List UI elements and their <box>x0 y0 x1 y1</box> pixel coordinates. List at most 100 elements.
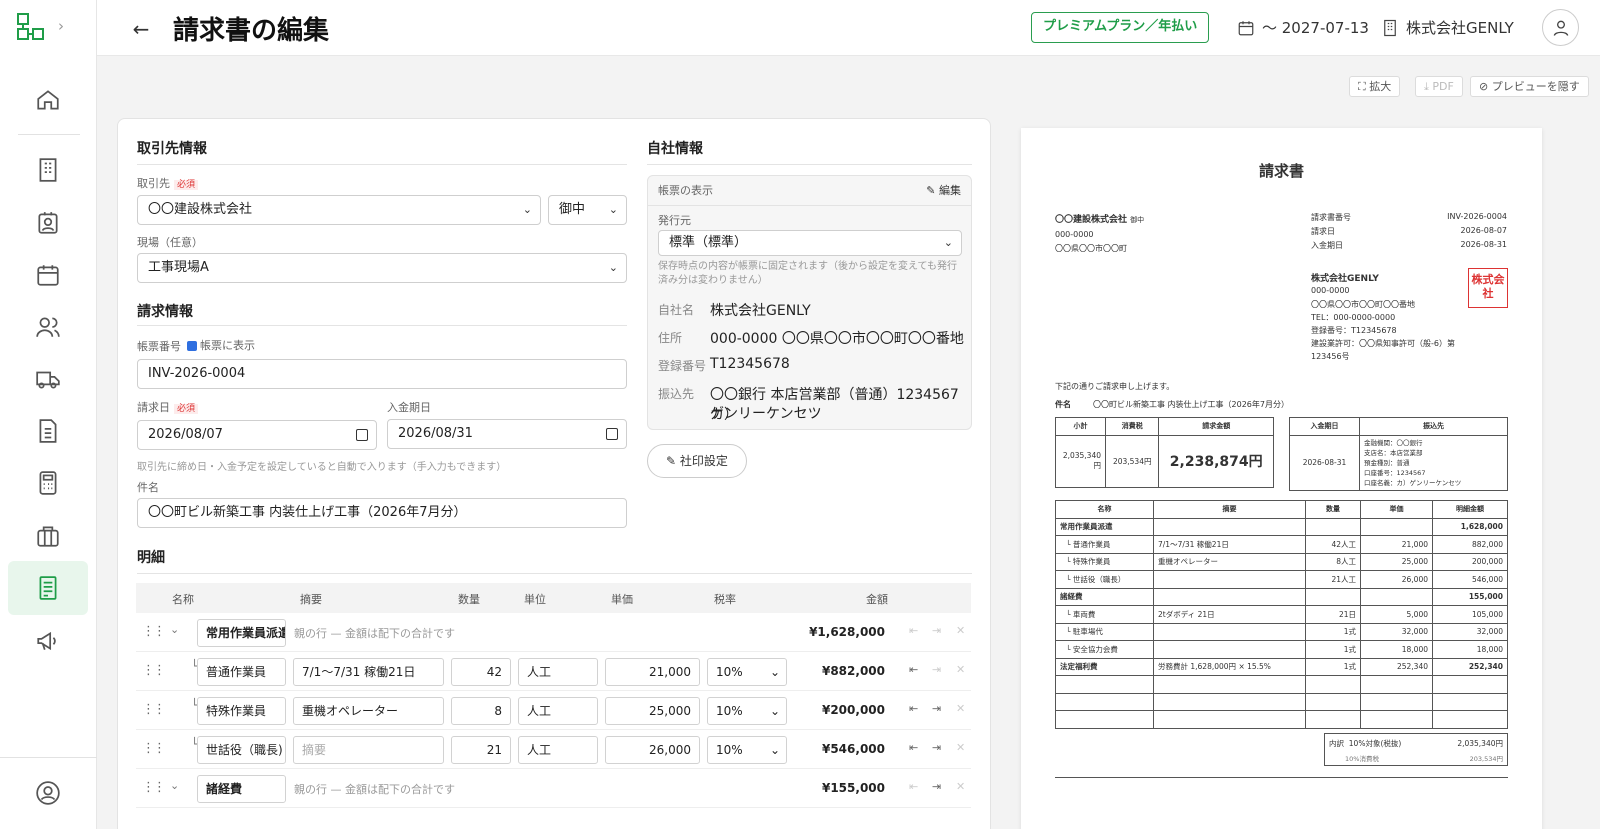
preview-item-cell: 546,000 <box>1432 570 1508 589</box>
unit-input[interactable]: 人工 <box>518 697 598 725</box>
subject-input[interactable]: 〇〇町ビル新築工事 内装仕上げ工事（2026年7月分） <box>137 498 627 528</box>
nav-users[interactable] <box>8 300 88 354</box>
outdent-icon[interactable]: ⇤ <box>909 663 918 676</box>
preview-item-cell <box>1153 692 1306 711</box>
qty-input[interactable]: 42 <box>451 658 511 686</box>
nav-buildings[interactable] <box>8 143 88 197</box>
collapse-chevron-icon[interactable]: ⌄ <box>170 779 179 792</box>
nav-calendar[interactable] <box>8 248 88 302</box>
price-input[interactable]: 25,000 <box>605 697 700 725</box>
indent-icon[interactable]: ⇥ <box>932 702 941 715</box>
edit-button[interactable]: ✎ 編集 <box>926 176 961 205</box>
id-badge-icon <box>38 212 58 234</box>
company-seal: 株式会社 <box>1468 268 1508 308</box>
tax-select[interactable]: 10% ⌄ <box>707 697 787 725</box>
back-arrow-icon[interactable]: ← <box>129 17 153 41</box>
item-name-input[interactable]: 普通作業員 <box>197 658 286 686</box>
indent-icon[interactable]: ⇥ <box>932 780 941 793</box>
indent-icon[interactable]: ⇥ <box>932 741 941 754</box>
due-label: 入金期日 <box>387 401 431 414</box>
unit-input[interactable]: 人工 <box>518 736 598 764</box>
item-name-input[interactable]: 諸経費 <box>197 775 286 803</box>
show-on-doc-checkbox[interactable]: 帳票に表示 <box>187 337 255 353</box>
nav-home[interactable] <box>8 73 88 127</box>
expand-preview-button[interactable]: ⛶ 拡大 <box>1349 76 1401 97</box>
outdent-icon[interactable]: ⇤ <box>909 624 918 637</box>
delete-icon[interactable]: ✕ <box>956 702 965 715</box>
indent-icon[interactable]: ⇥ <box>932 624 941 637</box>
genly-logo-icon[interactable] <box>16 12 46 42</box>
nav-account[interactable] <box>8 766 88 820</box>
checkbox-checked-icon[interactable] <box>187 341 197 351</box>
nav-invoices[interactable] <box>8 561 88 615</box>
drag-handle-icon[interactable]: ⋮⋮ <box>142 741 166 756</box>
indent-icon[interactable]: ⇥ <box>932 663 941 676</box>
col-unit: 単位 <box>524 593 546 606</box>
drag-handle-icon[interactable]: ⋮⋮ <box>142 663 166 678</box>
tax-select[interactable]: 10% ⌄ <box>707 736 787 764</box>
calendar-icon <box>37 265 59 286</box>
preview-item-cell: 25,000 <box>1360 552 1433 571</box>
nav-workers[interactable] <box>8 196 88 250</box>
delete-icon[interactable]: ✕ <box>956 741 965 754</box>
qty-input[interactable]: 21 <box>451 736 511 764</box>
price-input[interactable]: 26,000 <box>605 736 700 764</box>
preview-item-cell: 882,000 <box>1432 535 1508 554</box>
outdent-icon[interactable]: ⇤ <box>909 780 918 793</box>
due-date-input[interactable]: 2026/08/31 <box>387 419 627 449</box>
stamp-settings-button[interactable]: ✎ 社印設定 <box>647 444 747 478</box>
preview-item-cell: └ 普通作業員 <box>1055 535 1154 554</box>
nav-estimates[interactable] <box>8 456 88 510</box>
nav-announcements[interactable] <box>8 614 88 668</box>
home-icon <box>37 90 59 110</box>
preview-pay-date: 2026-08-31 <box>1289 434 1360 491</box>
preview-item-cell <box>1432 710 1508 729</box>
tax-select[interactable]: 10% ⌄ <box>707 658 787 686</box>
preview-items-table: 名称 摘要 数量 単価 明細金額 常用作業員派遣 1,628,000 └ 普通作業員 7/1〜… <box>1055 500 1508 729</box>
top-header: ← 請求書の編集 プレミアムプラン／年払い 〜 2027-07-13 株式会社G… <box>97 0 1600 56</box>
honorific-select[interactable]: 御中 ⌄ <box>548 195 627 225</box>
preview-company-line: TEL：000-0000-0000 <box>1311 313 1396 322</box>
preview-item-cell <box>1360 692 1433 711</box>
calendar-icon[interactable] <box>356 429 368 441</box>
nav-projects[interactable] <box>8 509 88 563</box>
summary-input[interactable]: 摘要 <box>293 736 444 764</box>
drag-handle-icon[interactable]: ⋮⋮ <box>142 624 166 639</box>
price-input[interactable]: 21,000 <box>605 658 700 686</box>
preview-item-cell: 26,000 <box>1360 570 1433 589</box>
site-select[interactable]: 工事現場A ⌄ <box>137 253 627 283</box>
collapse-chevron-icon[interactable]: ⌄ <box>170 623 179 636</box>
pdf-button[interactable]: ⤓ PDF <box>1415 76 1463 97</box>
nav-vehicles[interactable] <box>8 352 88 406</box>
item-name-input[interactable]: 常用作業員派遣 <box>197 619 286 647</box>
outdent-icon[interactable]: ⇤ <box>909 741 918 754</box>
unit-input[interactable]: 人工 <box>518 658 598 686</box>
item-name-input[interactable]: 世話役（職長) <box>197 736 286 764</box>
calendar-icon[interactable] <box>606 428 618 440</box>
delete-icon[interactable]: ✕ <box>956 624 965 637</box>
bank-value-line2: ゲンリーケンセツ <box>710 406 822 422</box>
preview-item-row: 常用作業員派遣 1,628,000 <box>1055 517 1508 536</box>
invoice-number-input[interactable]: INV-2026-0004 <box>137 359 627 389</box>
drag-handle-icon[interactable]: ⋮⋮ <box>142 702 166 717</box>
invoice-date-input[interactable]: 2026/08/07 <box>137 420 377 450</box>
summary-input[interactable]: 重機オペレーター <box>293 697 444 725</box>
user-avatar[interactable] <box>1542 9 1579 46</box>
drag-handle-icon[interactable]: ⋮⋮ <box>142 780 166 795</box>
preview-item-cell <box>1432 675 1508 694</box>
delete-icon[interactable]: ✕ <box>956 663 965 676</box>
company-switcher[interactable]: 株式会社GENLY <box>1381 17 1514 38</box>
qty-input[interactable]: 8 <box>451 697 511 725</box>
plan-badge[interactable]: プレミアムプラン／年払い <box>1031 12 1210 43</box>
issuer-select[interactable]: 標準（標準） ⌄ <box>658 230 962 256</box>
hide-preview-button[interactable]: ⊘ プレビューを隠す <box>1470 76 1589 97</box>
item-name-input[interactable]: 特殊作業員 <box>197 697 286 725</box>
preview-item-cell: 1式 <box>1305 622 1361 641</box>
expand-sidebar-icon[interactable]: › <box>58 17 64 35</box>
nav-documents[interactable] <box>8 404 88 458</box>
client-select[interactable]: 〇〇建設株式会社 ⌄ <box>137 195 541 225</box>
summary-input[interactable]: 7/1〜7/31 稼働21日 <box>293 658 444 686</box>
delete-icon[interactable]: ✕ <box>956 780 965 793</box>
outdent-icon[interactable]: ⇤ <box>909 702 918 715</box>
items-header: 単価 <box>1360 500 1433 519</box>
